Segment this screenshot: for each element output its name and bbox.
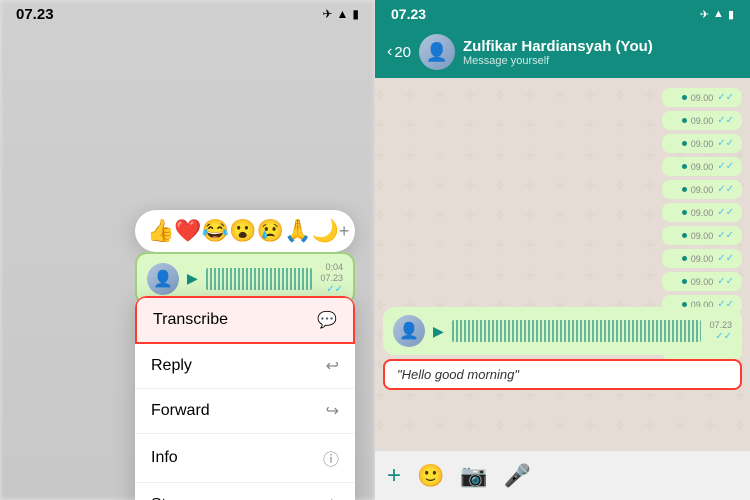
right-battery-icon: ▮ (728, 8, 734, 21)
reaction-heart[interactable]: ❤️ (174, 218, 201, 244)
check-marks: ✓✓ (717, 184, 734, 195)
check-marks: ✓✓ (717, 253, 734, 264)
wifi-icon: ▲ (337, 7, 349, 21)
menu-item-reply[interactable]: Reply ↩ (135, 344, 355, 389)
table-row: 09.00 ✓✓ (662, 272, 742, 291)
right-panel: 07.23 ✈ ▲ ▮ ‹ 20 👤 Zulfikar Hardiansyah … (375, 0, 750, 500)
plus-button[interactable]: + (387, 462, 401, 490)
message-dot (682, 210, 687, 215)
reaction-moon[interactable]: 🌙 (311, 218, 338, 244)
check-marks: ✓✓ (717, 230, 734, 241)
reply-icon: ↩ (326, 356, 339, 376)
left-avatar: 👤 (147, 263, 179, 295)
voice-avatar: 👤 (393, 315, 425, 347)
bottom-toolbar: + 🙂 📷 🎤 (375, 450, 750, 500)
voice-meta: 07.23 ✓✓ (709, 320, 732, 342)
table-row: 09.00 ✓✓ (662, 111, 742, 130)
message-dot (682, 141, 687, 146)
voice-checks: ✓✓ (715, 331, 732, 342)
star-label: Star (151, 496, 180, 500)
mic-button[interactable]: 🎤 (504, 463, 531, 489)
menu-item-forward[interactable]: Forward ↪ (135, 389, 355, 434)
airplane-icon: ✈ (322, 7, 332, 21)
waveform (206, 268, 313, 290)
left-status-icons: ✈ ▲ ▮ (322, 7, 359, 21)
table-row: 09.00 ✓✓ (662, 157, 742, 176)
battery-icon: ▮ (352, 7, 359, 21)
menu-item-transcribe[interactable]: Transcribe 💬 (135, 296, 355, 344)
table-row: 09.00 ✓✓ (662, 134, 742, 153)
voice-sent-time: 07.23 (320, 273, 343, 283)
contact-name: Zulfikar Hardiansyah (You) (463, 38, 738, 55)
message-dot (682, 233, 687, 238)
transcribe-icon: 💬 (317, 310, 337, 330)
left-time: 07.23 (16, 6, 54, 23)
info-icon: ⓘ (323, 446, 339, 470)
chat-header: ‹ 20 👤 Zulfikar Hardiansyah (You) Messag… (375, 28, 750, 78)
message-dot (682, 256, 687, 261)
check-marks: ✓✓ (717, 276, 734, 287)
reaction-laugh[interactable]: 😂 (202, 218, 229, 244)
check-marks: ✓✓ (717, 207, 734, 218)
left-status-bar: 07.23 ✈ ▲ ▮ (0, 0, 375, 28)
check-marks: ✓✓ (717, 161, 734, 172)
header-info: Zulfikar Hardiansyah (You) Message yours… (463, 38, 738, 67)
message-dot (682, 118, 687, 123)
menu-item-star[interactable]: Star ☆ (135, 483, 355, 500)
star-icon: ☆ (325, 495, 339, 500)
info-label: Info (151, 449, 178, 467)
back-count: 20 (394, 44, 411, 61)
reaction-more[interactable]: + (339, 221, 350, 242)
check-marks: ✓✓ (326, 284, 343, 295)
voice-play-button[interactable]: ▶ (433, 323, 444, 340)
forward-label: Forward (151, 402, 210, 420)
voice-meta: 0:04 07.23 ✓✓ (320, 262, 343, 295)
voice-bubble: 👤 ▶ 07.23 ✓✓ (383, 307, 742, 355)
reaction-bar[interactable]: 👍 ❤️ 😂 😮 😢 🙏 🌙 + (135, 210, 355, 252)
right-wifi-icon: ▲ (713, 8, 724, 20)
message-dot (682, 95, 687, 100)
message-dot (682, 164, 687, 169)
play-button[interactable]: ▶ (187, 270, 198, 287)
emoji-button[interactable]: 🙂 (417, 463, 444, 489)
reaction-pray[interactable]: 🙏 (284, 218, 311, 244)
messages-area: 09.00 ✓✓ 09.00 ✓✓ 09.00 ✓✓ 09.00 ✓✓ 09.0… (375, 78, 750, 450)
table-row: 09.00 ✓✓ (662, 226, 742, 245)
right-airplane-icon: ✈ (700, 8, 709, 21)
contact-subtitle: Message yourself (463, 55, 738, 67)
back-chevron-icon: ‹ (387, 43, 392, 61)
check-marks: ✓✓ (717, 92, 734, 103)
table-row: 09.00 ✓✓ (662, 180, 742, 199)
context-menu: Transcribe 💬 Reply ↩ Forward ↪ Info ⓘ St… (135, 296, 355, 500)
voice-time: 07.23 (709, 320, 732, 330)
message-dot (682, 279, 687, 284)
voice-duration: 0:04 (325, 262, 343, 272)
check-marks: ✓✓ (717, 138, 734, 149)
right-status-bar: 07.23 ✈ ▲ ▮ (375, 0, 750, 28)
voice-waveform (452, 320, 702, 342)
forward-icon: ↪ (326, 401, 339, 421)
check-marks: ✓✓ (717, 115, 734, 126)
bottom-voice-message: 👤 ▶ 07.23 ✓✓ "Hello good morning" (383, 307, 742, 390)
transcription-box: "Hello good morning" (383, 359, 742, 390)
table-row: 09.00 ✓✓ (662, 203, 742, 222)
reaction-wow[interactable]: 😮 (229, 218, 256, 244)
reaction-thumbs-up[interactable]: 👍 (147, 218, 174, 244)
reaction-sad[interactable]: 😢 (257, 218, 284, 244)
back-button[interactable]: ‹ 20 (387, 43, 411, 61)
reply-label: Reply (151, 357, 192, 375)
right-time: 07.23 (391, 6, 426, 22)
table-row: 09.00 ✓✓ (662, 88, 742, 107)
table-row: 09.00 ✓✓ (662, 249, 742, 268)
right-status-icons: ✈ ▲ ▮ (700, 8, 734, 21)
header-avatar: 👤 (419, 34, 455, 70)
menu-item-info[interactable]: Info ⓘ (135, 434, 355, 483)
message-dot (682, 187, 687, 192)
transcribe-label: Transcribe (153, 311, 228, 329)
left-panel: 07.23 ✈ ▲ ▮ 👍 ❤️ 😂 😮 😢 🙏 🌙 + 👤 ▶ 0:04 07… (0, 0, 375, 500)
camera-button[interactable]: 📷 (460, 463, 487, 489)
